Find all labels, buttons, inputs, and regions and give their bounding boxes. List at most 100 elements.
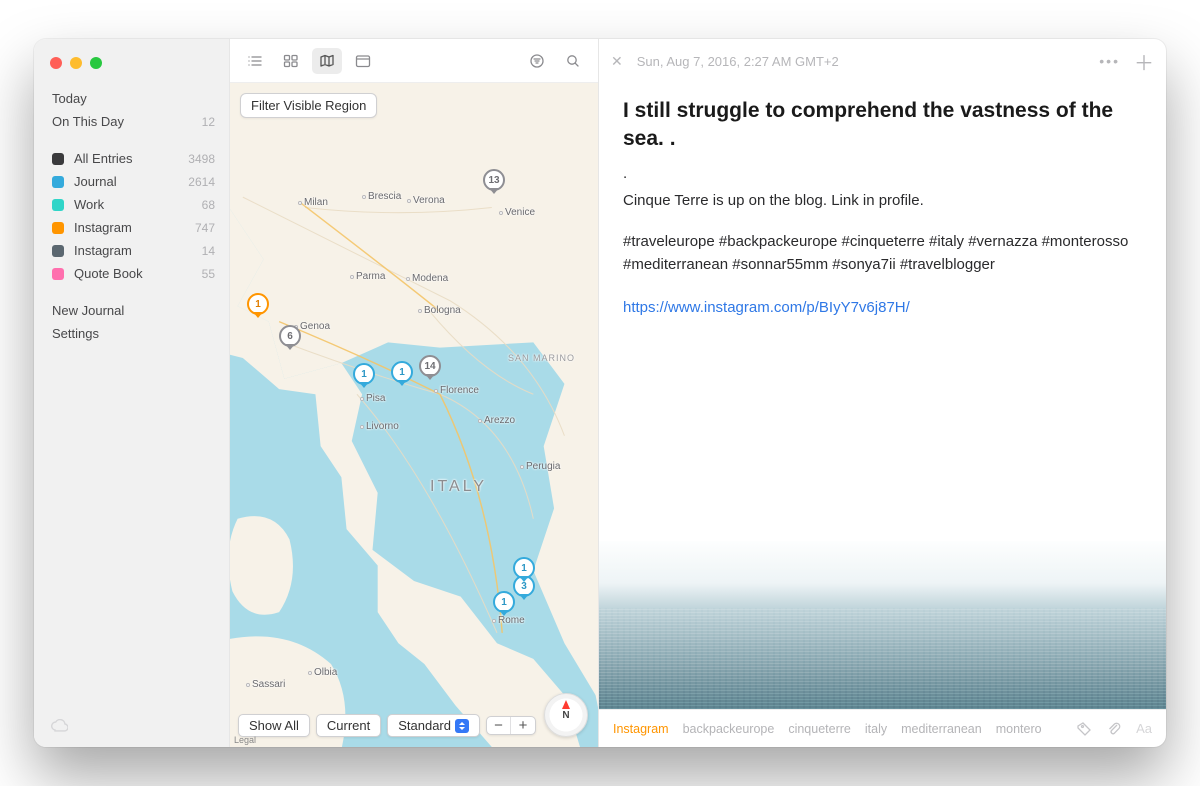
sidebar-item-label: Today xyxy=(52,91,215,106)
entry-footer: Instagram backpackeurope cinqueterre italy… xyxy=(599,709,1166,747)
sidebar-item-label: Settings xyxy=(52,326,215,341)
new-entry-button[interactable]: ＋ xyxy=(1134,47,1154,76)
entry-tag[interactable]: montero xyxy=(996,722,1042,736)
sidebar-item-label: On This Day xyxy=(52,114,202,129)
text-style-icon[interactable]: Aa xyxy=(1136,721,1152,736)
map-pin[interactable]: 1 xyxy=(513,557,535,579)
select-caret-icon xyxy=(455,719,469,733)
minimize-window-icon[interactable] xyxy=(70,57,82,69)
map-pin[interactable]: 1 xyxy=(391,361,413,383)
close-window-icon[interactable] xyxy=(50,57,62,69)
entry-tag[interactable]: backpackeurope xyxy=(683,722,775,736)
sidebar-item-count: 2614 xyxy=(188,175,215,189)
city-dot-icon xyxy=(418,309,422,313)
sidebar-item-label: New Journal xyxy=(52,303,215,318)
sidebar-item-journal[interactable]: Instagram747 xyxy=(34,216,229,239)
entry-tag[interactable]: mediterranean xyxy=(901,722,982,736)
list-view-button[interactable] xyxy=(240,48,270,74)
city-dot-icon xyxy=(360,397,364,401)
entry-date[interactable]: Sun, Aug 7, 2016, 2:27 AM GMT+2 xyxy=(637,54,839,69)
city-dot-icon xyxy=(360,425,364,429)
calendar-view-button[interactable] xyxy=(348,48,378,74)
city-dot-icon xyxy=(434,389,438,393)
sidebar-item-journal[interactable]: Instagram14 xyxy=(34,239,229,262)
city-dot-icon xyxy=(492,619,496,623)
current-location-button[interactable]: Current xyxy=(316,714,381,737)
map-pin[interactable]: 1 xyxy=(353,363,375,385)
pin-count: 1 xyxy=(353,363,375,385)
sidebar-item-count: 14 xyxy=(202,244,215,258)
app-window: Today On This Day 12 All Entries3498Jour… xyxy=(34,39,1166,747)
fullscreen-window-icon[interactable] xyxy=(90,57,102,69)
entry-link[interactable]: https://www.instagram.com/p/BIyY7v6j87H/ xyxy=(623,299,1142,316)
sidebar-item-label: Quote Book xyxy=(74,266,202,281)
window-controls xyxy=(34,53,229,87)
view-toolbar xyxy=(230,39,598,83)
sidebar-item-journal[interactable]: Work68 xyxy=(34,193,229,216)
pin-count: 14 xyxy=(419,355,441,377)
sidebar-item-count: 68 xyxy=(202,198,215,212)
entry-body[interactable]: I still struggle to comprehend the vastn… xyxy=(599,83,1166,709)
entry-pane: ✕ Sun, Aug 7, 2016, 2:27 AM GMT+2 ••• ＋ … xyxy=(599,39,1166,747)
show-all-button[interactable]: Show All xyxy=(238,714,310,737)
sidebar-item-label: Instagram xyxy=(74,220,195,235)
journal-color-icon xyxy=(52,222,64,234)
sidebar-item-new-journal[interactable]: New Journal xyxy=(34,299,229,322)
tag-icon[interactable] xyxy=(1076,721,1092,737)
compass-icon[interactable]: N xyxy=(544,693,588,737)
map-style-select[interactable]: Standard xyxy=(387,714,480,737)
grid-view-button[interactable] xyxy=(276,48,306,74)
pin-count: 13 xyxy=(483,169,505,191)
sidebar-item-on-this-day[interactable]: On This Day 12 xyxy=(34,110,229,133)
city-dot-icon xyxy=(520,465,524,469)
map-pin[interactable]: 13 xyxy=(483,169,505,191)
sync-status-icon xyxy=(34,709,229,747)
entry-journal-tag[interactable]: Instagram xyxy=(613,722,669,736)
zoom-out-button[interactable]: − xyxy=(487,717,511,734)
journal-color-icon xyxy=(52,153,64,165)
sidebar-item-journal[interactable]: Journal2614 xyxy=(34,170,229,193)
map-pin[interactable]: 1 xyxy=(247,293,269,315)
pin-count: 1 xyxy=(513,557,535,579)
entry-title: I still struggle to comprehend the vastn… xyxy=(623,97,1142,154)
city-dot-icon xyxy=(478,419,482,423)
map[interactable]: Filter Visible Region MilanBresciaVerona… xyxy=(230,83,598,747)
map-pin[interactable]: 1 xyxy=(493,591,515,613)
map-view-button[interactable] xyxy=(312,48,342,74)
map-pin[interactable]: 14 xyxy=(419,355,441,377)
city-dot-icon xyxy=(499,211,503,215)
city-dot-icon xyxy=(407,199,411,203)
journal-color-icon xyxy=(52,245,64,257)
sidebar-item-label: Work xyxy=(74,197,202,212)
sidebar-item-journal[interactable]: All Entries3498 xyxy=(34,147,229,170)
pin-count: 1 xyxy=(493,591,515,613)
entry-tag[interactable]: cinqueterre xyxy=(788,722,851,736)
zoom-control: − + xyxy=(486,716,536,735)
zoom-in-button[interactable]: + xyxy=(511,717,535,734)
sidebar-item-count: 3498 xyxy=(188,152,215,166)
city-dot-icon xyxy=(246,683,250,687)
sidebar-item-settings[interactable]: Settings xyxy=(34,322,229,345)
sidebar-item-count: 747 xyxy=(195,221,215,235)
entry-hashtags: #traveleurope #backpackeurope #cinqueter… xyxy=(623,230,1142,277)
sidebar: Today On This Day 12 All Entries3498Jour… xyxy=(34,39,229,747)
filter-button[interactable] xyxy=(522,48,552,74)
map-legal-link[interactable]: Legal xyxy=(234,735,256,745)
entry-image[interactable] xyxy=(599,541,1166,709)
more-actions-button[interactable]: ••• xyxy=(1099,53,1120,69)
search-button[interactable] xyxy=(558,48,588,74)
sidebar-item-journal[interactable]: Quote Book55 xyxy=(34,262,229,285)
entry-tag[interactable]: italy xyxy=(865,722,887,736)
sidebar-item-label: Instagram xyxy=(74,243,202,258)
close-entry-button[interactable]: ✕ xyxy=(611,53,623,70)
entry-header: ✕ Sun, Aug 7, 2016, 2:27 AM GMT+2 ••• ＋ xyxy=(599,39,1166,83)
map-pin[interactable]: 6 xyxy=(279,325,301,347)
city-dot-icon xyxy=(406,277,410,281)
filter-visible-region-button[interactable]: Filter Visible Region xyxy=(240,93,377,118)
attachment-icon[interactable] xyxy=(1106,721,1122,737)
city-dot-icon xyxy=(298,201,302,205)
sidebar-item-count: 55 xyxy=(202,267,215,281)
journal-color-icon xyxy=(52,199,64,211)
pin-count: 1 xyxy=(391,361,413,383)
sidebar-item-today[interactable]: Today xyxy=(34,87,229,110)
